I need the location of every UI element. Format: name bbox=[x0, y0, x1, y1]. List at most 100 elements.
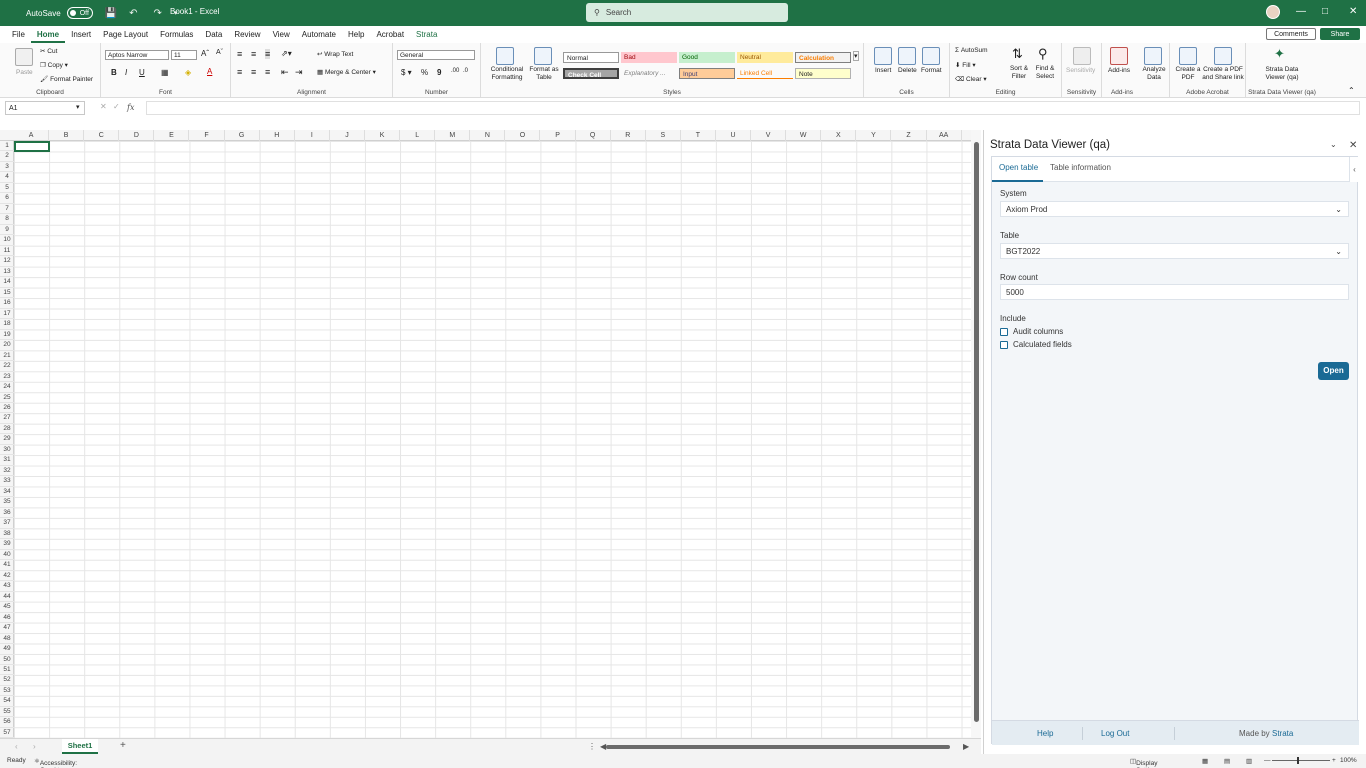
column-header[interactable]: B bbox=[49, 130, 85, 141]
page-layout-icon[interactable]: ▤ bbox=[1224, 757, 1230, 765]
row-header[interactable]: 20 bbox=[0, 340, 14, 351]
share-button[interactable]: Share bbox=[1320, 28, 1360, 40]
style-input[interactable]: Input bbox=[679, 68, 735, 79]
column-header[interactable]: J bbox=[330, 130, 365, 141]
row-header[interactable]: 29 bbox=[0, 434, 14, 445]
column-header[interactable]: D bbox=[119, 130, 155, 141]
percent-icon[interactable]: % bbox=[421, 68, 428, 77]
font-color-icon[interactable]: A bbox=[207, 67, 212, 76]
delete-cells-icon[interactable] bbox=[898, 47, 916, 65]
autosave-toggle[interactable]: Off bbox=[66, 7, 93, 19]
tab-file[interactable]: File bbox=[6, 26, 31, 43]
borders-icon[interactable]: ▦ bbox=[161, 68, 169, 77]
system-select[interactable]: Axiom Prod ⌄ bbox=[1000, 201, 1349, 217]
row-header[interactable]: 27 bbox=[0, 413, 14, 424]
row-header[interactable]: 12 bbox=[0, 256, 14, 267]
save-icon[interactable]: 💾 bbox=[105, 8, 117, 19]
tab-view[interactable]: View bbox=[267, 26, 296, 43]
tab-review[interactable]: Review bbox=[228, 26, 266, 43]
merge-center-button[interactable]: ▦ Merge & Center ▾ bbox=[317, 68, 376, 76]
tab-automate[interactable]: Automate bbox=[296, 26, 342, 43]
row-header[interactable]: 53 bbox=[0, 686, 14, 697]
align-center-icon[interactable]: ≡ bbox=[251, 67, 256, 77]
strata-viewer-button[interactable]: Strata Data Viewer (qa) bbox=[1260, 66, 1304, 82]
add-sheet-icon[interactable]: + bbox=[120, 740, 126, 751]
collapse-ribbon-icon[interactable]: ⌃ bbox=[1348, 86, 1355, 95]
column-header[interactable]: P bbox=[541, 130, 576, 141]
orientation-icon[interactable]: ⇗▾ bbox=[281, 49, 292, 58]
row-header[interactable]: 36 bbox=[0, 508, 14, 519]
pane-close-icon[interactable]: ✕ bbox=[1349, 140, 1357, 151]
selected-cell[interactable] bbox=[14, 141, 50, 152]
column-header[interactable]: F bbox=[190, 130, 225, 141]
row-header[interactable]: 34 bbox=[0, 487, 14, 498]
bold-icon[interactable]: B bbox=[111, 68, 117, 77]
row-header[interactable]: 16 bbox=[0, 298, 14, 309]
split-handle-icon[interactable]: ⋮ bbox=[588, 742, 596, 751]
format-cells-icon[interactable] bbox=[922, 47, 940, 65]
bottom-align-icon[interactable]: ≡ bbox=[265, 49, 271, 59]
zoom-slider-thumb[interactable] bbox=[1297, 757, 1299, 764]
addins-button[interactable]: Add-ins bbox=[1108, 67, 1130, 74]
style-explanatory[interactable]: Explanatory ... bbox=[621, 68, 677, 79]
zoom-in-icon[interactable]: + bbox=[1332, 757, 1336, 764]
row-header[interactable]: 50 bbox=[0, 655, 14, 665]
row-header[interactable]: 17 bbox=[0, 309, 14, 320]
increase-decimal-icon[interactable]: .00 bbox=[451, 68, 459, 74]
undo-icon[interactable]: ↶ bbox=[129, 8, 137, 19]
column-header[interactable]: I bbox=[295, 130, 330, 141]
align-right-icon[interactable]: ≡ bbox=[265, 67, 270, 77]
row-header[interactable]: 49 bbox=[0, 644, 14, 655]
scroll-right-icon[interactable]: ▶ bbox=[963, 742, 969, 751]
style-normal[interactable]: Normal bbox=[563, 52, 619, 63]
pane-options-icon[interactable]: ⌄ bbox=[1330, 140, 1337, 149]
prev-sheet-icon[interactable]: ‹ bbox=[15, 742, 18, 751]
format-painter-button[interactable]: 🖌 Format Painter bbox=[40, 75, 93, 83]
decrease-indent-icon[interactable]: ⇤ bbox=[281, 67, 289, 78]
row-header[interactable]: 52 bbox=[0, 675, 14, 686]
column-header[interactable]: R bbox=[611, 130, 646, 141]
find-select-icon[interactable]: ⚲ bbox=[1038, 46, 1048, 62]
column-header[interactable]: W bbox=[786, 130, 822, 141]
sheet-tab[interactable]: Sheet1 bbox=[62, 739, 98, 754]
calculated-fields-checkbox[interactable]: Calculated fields bbox=[1000, 340, 1072, 349]
row-header[interactable]: 37 bbox=[0, 518, 14, 529]
row-header[interactable]: 5 bbox=[0, 183, 14, 194]
currency-icon[interactable]: $ ▾ bbox=[401, 68, 412, 77]
row-header[interactable]: 9 bbox=[0, 225, 14, 236]
column-header[interactable]: V bbox=[751, 130, 787, 141]
row-header[interactable]: 43 bbox=[0, 581, 14, 592]
row-header[interactable]: 21 bbox=[0, 351, 14, 362]
row-header[interactable]: 47 bbox=[0, 623, 14, 634]
create-pdf-icon[interactable] bbox=[1179, 47, 1197, 65]
row-header[interactable]: 11 bbox=[0, 246, 14, 257]
style-calculation[interactable]: Calculation bbox=[795, 52, 851, 63]
column-header[interactable]: T bbox=[681, 130, 716, 141]
grow-font-icon[interactable]: Aˆ bbox=[201, 49, 209, 58]
formula-input[interactable] bbox=[146, 101, 1360, 115]
tab-table-information[interactable]: Table information bbox=[1050, 163, 1111, 172]
format-as-table-button[interactable]: Format as Table bbox=[529, 66, 559, 82]
row-header[interactable]: 25 bbox=[0, 393, 14, 403]
font-name-select[interactable]: Aptos Narrow bbox=[105, 50, 169, 60]
row-header[interactable]: 45 bbox=[0, 602, 14, 613]
row-count-input[interactable]: 5000 bbox=[1000, 284, 1349, 300]
column-header[interactable]: K bbox=[365, 130, 401, 141]
row-header[interactable]: 7 bbox=[0, 204, 14, 215]
vertical-scrollbar[interactable] bbox=[971, 130, 981, 738]
column-header[interactable]: E bbox=[154, 130, 190, 141]
share-pdf-icon[interactable] bbox=[1214, 47, 1232, 65]
row-header[interactable]: 35 bbox=[0, 497, 14, 508]
zoom-level[interactable]: 100% bbox=[1340, 757, 1357, 764]
maximize-icon[interactable]: □ bbox=[1322, 6, 1328, 17]
analyze-data-button[interactable]: Analyze Data bbox=[1142, 66, 1166, 82]
row-header[interactable]: 15 bbox=[0, 288, 14, 299]
redo-icon[interactable]: ↷ bbox=[154, 8, 162, 19]
column-header[interactable]: O bbox=[505, 130, 541, 141]
style-neutral[interactable]: Neutral bbox=[737, 52, 793, 63]
italic-icon[interactable]: I bbox=[125, 68, 127, 77]
underline-icon[interactable]: U bbox=[139, 68, 145, 77]
column-header[interactable]: AA bbox=[927, 130, 962, 141]
paste-icon[interactable] bbox=[15, 48, 33, 66]
collapse-pane-icon[interactable]: ‹ bbox=[1349, 157, 1359, 182]
